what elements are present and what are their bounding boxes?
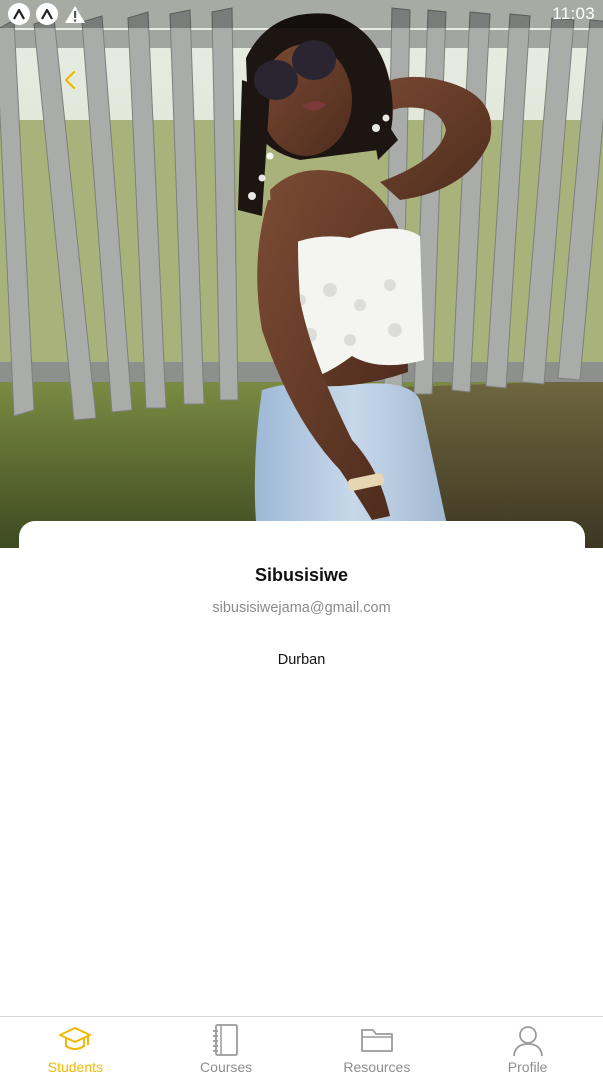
profile-photo-illustration [0, 0, 603, 548]
profile-photo [0, 0, 603, 548]
bottom-navigation: Students Courses Resources Profile [0, 1016, 603, 1077]
nav-label-profile: Profile [507, 1059, 548, 1075]
nav-item-courses[interactable]: Courses [151, 1017, 302, 1077]
app-notification-icon [8, 3, 30, 25]
nav-label-resources: Resources [343, 1059, 411, 1075]
graduation-cap-icon [57, 1023, 93, 1057]
profile-email: sibusisiwejama@gmail.com [212, 600, 391, 616]
profile-details-panel [0, 548, 603, 1016]
back-button[interactable] [58, 68, 82, 92]
profile-card [19, 521, 585, 561]
status-time: 11:03 [552, 4, 595, 23]
nav-item-students[interactable]: Students [0, 1017, 151, 1077]
user-icon [510, 1023, 546, 1057]
nav-label-students: Students [47, 1059, 103, 1075]
app-notification-icon [36, 3, 58, 25]
status-bar: 11:03 [0, 0, 603, 28]
profile-city: Durban [277, 652, 326, 668]
nav-label-courses: Courses [200, 1059, 253, 1075]
chevron-left-icon [64, 70, 76, 90]
notebook-icon [208, 1023, 244, 1057]
profile-name: Sibusisiwe [254, 565, 349, 585]
folder-icon [359, 1023, 395, 1057]
nav-item-resources[interactable]: Resources [302, 1017, 453, 1077]
warning-icon [64, 4, 86, 24]
nav-item-profile[interactable]: Profile [452, 1017, 603, 1077]
status-icons [8, 3, 86, 25]
